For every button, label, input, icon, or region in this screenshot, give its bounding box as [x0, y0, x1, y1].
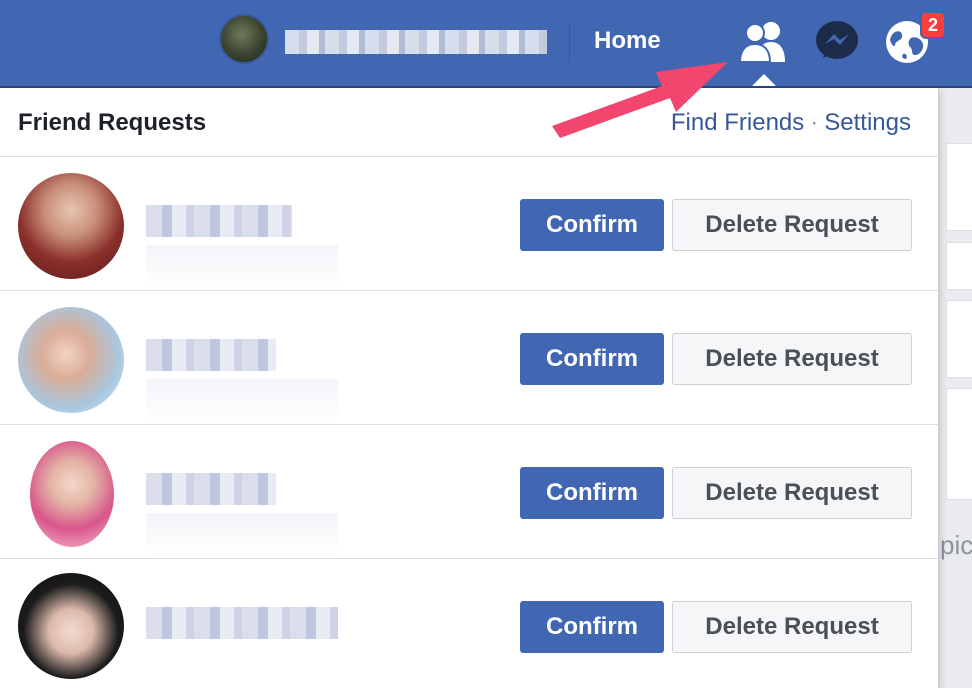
- confirm-button[interactable]: Confirm: [520, 467, 664, 519]
- background-card: [946, 242, 972, 290]
- requester-name-redacted[interactable]: [146, 205, 292, 237]
- requester-name-redacted[interactable]: [146, 473, 276, 505]
- background-card: [946, 143, 972, 231]
- find-friends-link[interactable]: Find Friends: [671, 109, 804, 136]
- panel-header: Friend Requests Find Friends · Settings: [0, 88, 938, 157]
- confirm-button[interactable]: Confirm: [520, 199, 664, 251]
- friend-request-row: Confirm Delete Request: [0, 157, 938, 291]
- requester-subtext-redacted: [146, 245, 338, 289]
- friends-icon[interactable]: [737, 18, 789, 66]
- delete-request-button[interactable]: Delete Request: [672, 333, 912, 385]
- delete-request-button[interactable]: Delete Request: [672, 601, 912, 653]
- friend-requests-dropdown: Friend Requests Find Friends · Settings Co…: [0, 88, 939, 688]
- requester-avatar[interactable]: [18, 573, 124, 679]
- background-card: [946, 388, 972, 500]
- friend-request-row: Confirm Delete Request: [0, 425, 938, 559]
- delete-request-button[interactable]: Delete Request: [672, 199, 912, 251]
- confirm-button[interactable]: Confirm: [520, 601, 664, 653]
- settings-link[interactable]: Settings: [824, 109, 911, 136]
- requester-avatar[interactable]: [18, 173, 124, 279]
- notification-badge: 2: [920, 11, 946, 39]
- messenger-icon[interactable]: [813, 18, 865, 66]
- profile-name-redacted[interactable]: [285, 30, 547, 54]
- background-card: [946, 300, 972, 378]
- background-partial-text: pic: [940, 530, 972, 560]
- top-navigation-bar: Home 2: [0, 0, 972, 88]
- requester-name-redacted[interactable]: [146, 607, 338, 639]
- requester-name-redacted[interactable]: [146, 339, 276, 371]
- requester-avatar[interactable]: [18, 307, 124, 413]
- panel-title: Friend Requests: [18, 109, 207, 136]
- friend-request-row: Confirm Delete Request: [0, 559, 938, 688]
- requester-subtext-redacted: [146, 379, 338, 423]
- home-link[interactable]: Home: [594, 25, 661, 57]
- link-separator: ·: [810, 109, 819, 136]
- friend-request-row: Confirm Delete Request: [0, 291, 938, 425]
- header-links: Find Friends · Settings: [671, 109, 911, 137]
- profile-avatar[interactable]: [219, 14, 269, 64]
- confirm-button[interactable]: Confirm: [520, 333, 664, 385]
- delete-request-button[interactable]: Delete Request: [672, 467, 912, 519]
- requester-subtext-redacted: [146, 513, 338, 557]
- requester-avatar[interactable]: [30, 441, 114, 547]
- nav-divider: [569, 22, 570, 62]
